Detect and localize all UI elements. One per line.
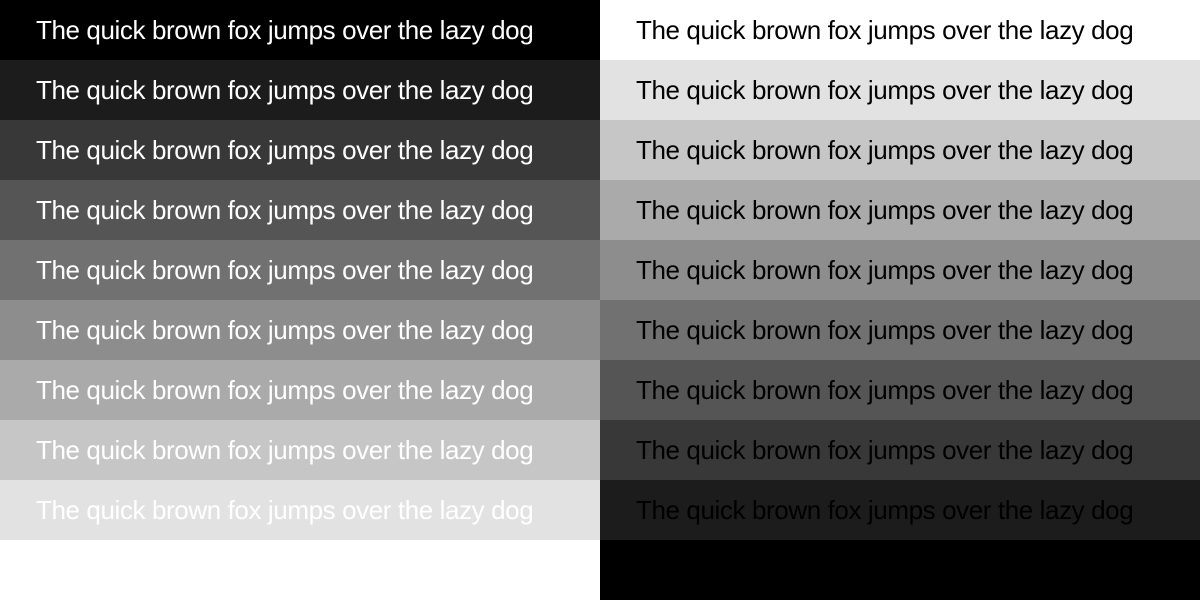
right-band-text: The quick brown fox jumps over the lazy … [636,195,1134,225]
left-band-text: The quick brown fox jumps over the lazy … [36,135,534,165]
left-band-text: The quick brown fox jumps over the lazy … [36,255,534,285]
left-band: The quick brown fox jumps over the lazy … [0,60,600,120]
right-band: The quick brown fox jumps over the lazy … [600,120,1200,180]
left-band: The quick brown fox jumps over the lazy … [0,0,600,60]
right-band: The quick brown fox jumps over the lazy … [600,0,1200,60]
right-band-text: The quick brown fox jumps over the lazy … [636,255,1134,285]
right-band-text: The quick brown fox jumps over the lazy … [636,495,1134,525]
right-band: The quick brown fox jumps over the lazy … [600,240,1200,300]
left-band-text: The quick brown fox jumps over the lazy … [36,315,534,345]
left-band-text: The quick brown fox jumps over the lazy … [36,495,534,525]
left-band-text: The quick brown fox jumps over the lazy … [36,195,534,225]
right-band: The quick brown fox jumps over the lazy … [600,360,1200,420]
left-band-text: The quick brown fox jumps over the lazy … [36,375,534,405]
right-column: The quick brown fox jumps over the lazy … [600,0,1200,600]
right-band-text: The quick brown fox jumps over the lazy … [636,435,1134,465]
right-band: The quick brown fox jumps over the lazy … [600,300,1200,360]
left-band: The quick brown fox jumps over the lazy … [0,180,600,240]
right-band: The quick brown fox jumps over the lazy … [600,480,1200,540]
left-band: The quick brown fox jumps over the lazy … [0,120,600,180]
right-band-text: The quick brown fox jumps over the lazy … [636,135,1134,165]
right-band-text: The quick brown fox jumps over the lazy … [636,15,1134,45]
left-band-text: The quick brown fox jumps over the lazy … [36,15,534,45]
left-band: The quick brown fox jumps over the lazy … [0,360,600,420]
left-band: The quick brown fox jumps over the lazy … [0,240,600,300]
left-column: The quick brown fox jumps over the lazy … [0,0,600,600]
left-band: The quick brown fox jumps over the lazy … [0,480,600,540]
right-band-text: The quick brown fox jumps over the lazy … [636,375,1134,405]
right-band: The quick brown fox jumps over the lazy … [600,180,1200,240]
right-band-text: The quick brown fox jumps over the lazy … [636,75,1134,105]
right-band: The quick brown fox jumps over the lazy … [600,60,1200,120]
left-band: The quick brown fox jumps over the lazy … [0,300,600,360]
right-band: The quick brown fox jumps over the lazy … [600,420,1200,480]
left-band-text: The quick brown fox jumps over the lazy … [36,435,534,465]
left-band: The quick brown fox jumps over the lazy … [0,420,600,480]
right-band-text: The quick brown fox jumps over the lazy … [636,315,1134,345]
left-band-text: The quick brown fox jumps over the lazy … [36,75,534,105]
